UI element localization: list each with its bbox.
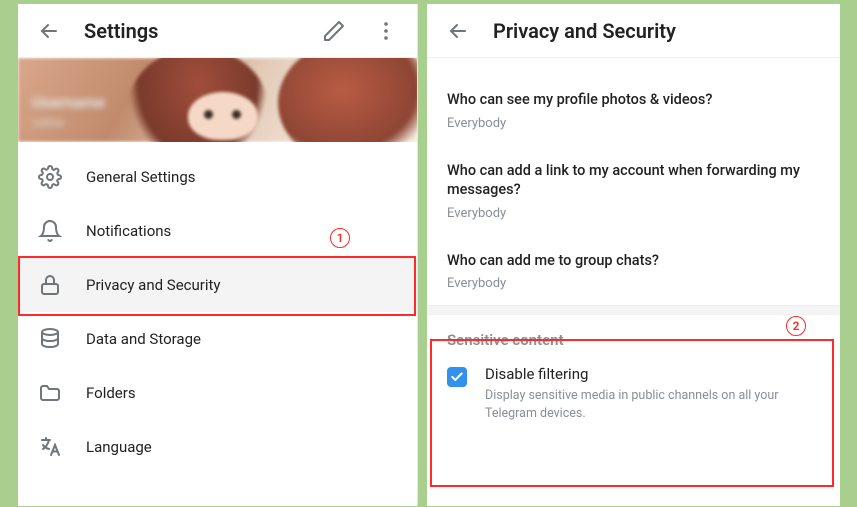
settings-panel: Settings Username online General Setting… bbox=[18, 4, 418, 506]
edit-button[interactable] bbox=[317, 14, 351, 48]
privacy-value: Everybody bbox=[447, 206, 820, 221]
sidebar-item-language[interactable]: Language bbox=[18, 420, 417, 474]
privacy-question: Who can add a link to my account when fo… bbox=[447, 161, 820, 200]
privacy-item-photos[interactable]: Who can see my profile photos & videos? … bbox=[427, 74, 840, 145]
sidebar-item-notifications[interactable]: Notifications bbox=[18, 204, 417, 258]
sidebar-item-data[interactable]: Data and Storage bbox=[18, 312, 417, 366]
row-label: Privacy and Security bbox=[86, 276, 221, 294]
privacy-item-groups[interactable]: Who can add me to group chats? Everybody bbox=[427, 235, 840, 306]
pencil-icon bbox=[322, 19, 346, 43]
sidebar-item-general[interactable]: General Settings bbox=[18, 150, 417, 204]
more-vertical-icon bbox=[374, 19, 398, 43]
sidebar-item-privacy[interactable]: Privacy and Security bbox=[18, 258, 417, 312]
row-label: Language bbox=[86, 438, 152, 456]
check-icon bbox=[450, 370, 464, 384]
back-button[interactable] bbox=[441, 14, 475, 48]
profile-cover[interactable]: Username online bbox=[18, 58, 417, 142]
privacy-panel: Privacy and Security Who can see my prof… bbox=[427, 4, 840, 506]
gear-icon bbox=[38, 165, 62, 189]
arrow-left-icon bbox=[446, 19, 470, 43]
checkbox-checked[interactable] bbox=[447, 367, 467, 387]
row-label: General Settings bbox=[86, 168, 196, 186]
checkbox-label: Disable filtering bbox=[485, 365, 785, 383]
privacy-value: Everybody bbox=[447, 116, 820, 131]
profile-name: Username bbox=[32, 93, 105, 112]
row-label: Notifications bbox=[86, 222, 171, 240]
divider bbox=[427, 305, 840, 315]
arrow-left-icon bbox=[37, 19, 61, 43]
sidebar-item-folders[interactable]: Folders bbox=[18, 366, 417, 420]
privacy-value: Everybody bbox=[447, 276, 820, 291]
privacy-question: Who can add me to group chats? bbox=[447, 251, 820, 271]
checkbox-text: Disable filtering Display sensitive medi… bbox=[485, 365, 785, 422]
privacy-header: Privacy and Security bbox=[427, 4, 840, 58]
database-icon bbox=[38, 327, 62, 351]
annotation-badge-1: 1 bbox=[330, 228, 350, 248]
lock-icon bbox=[38, 273, 62, 297]
disable-filtering-row[interactable]: Disable filtering Display sensitive medi… bbox=[427, 357, 840, 438]
bell-icon bbox=[38, 219, 62, 243]
annotation-badge-2: 2 bbox=[786, 316, 806, 336]
language-icon bbox=[38, 435, 62, 459]
privacy-item-forward[interactable]: Who can add a link to my account when fo… bbox=[427, 145, 840, 235]
settings-header: Settings bbox=[18, 4, 417, 58]
more-button[interactable] bbox=[369, 14, 403, 48]
settings-list: General Settings Notifications Privacy a… bbox=[18, 142, 417, 474]
section-title: Sensitive content bbox=[427, 315, 840, 357]
back-button[interactable] bbox=[32, 14, 66, 48]
privacy-question: Who can see my profile photos & videos? bbox=[447, 90, 820, 110]
folder-icon bbox=[38, 381, 62, 405]
checkbox-desc: Display sensitive media in public channe… bbox=[485, 387, 785, 422]
settings-title: Settings bbox=[84, 19, 299, 43]
privacy-title: Privacy and Security bbox=[493, 19, 826, 43]
profile-status: online bbox=[32, 116, 64, 130]
row-label: Data and Storage bbox=[86, 330, 201, 348]
row-label: Folders bbox=[86, 384, 136, 402]
